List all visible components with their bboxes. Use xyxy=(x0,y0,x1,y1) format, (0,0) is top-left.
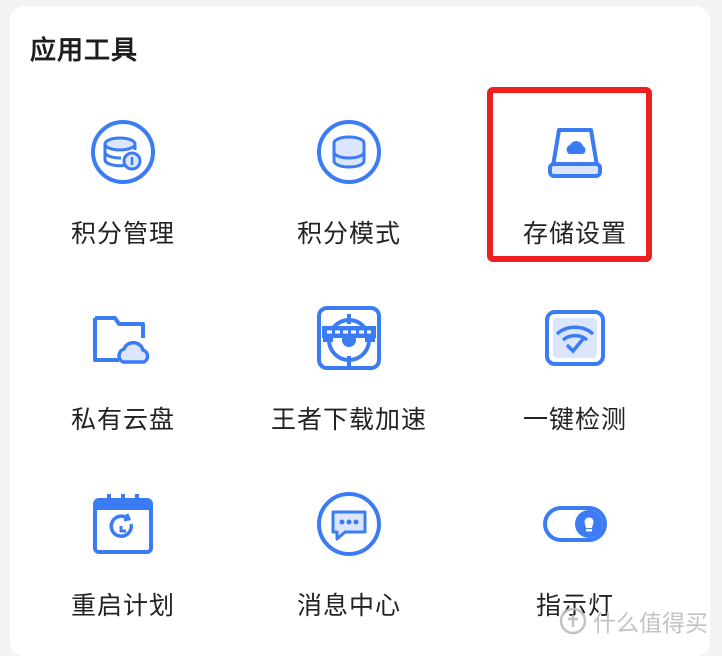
tool-label: 一键检测 xyxy=(522,405,627,434)
chat-message-icon xyxy=(313,488,385,560)
tools-grid: 积分管理 积分模式 存储设置 私有云盘 王者下载加速 一键检测 重启计划 消息中… xyxy=(10,94,710,652)
tool-restart-schedule[interactable]: 重启计划 xyxy=(10,466,236,652)
points-coin-database-icon xyxy=(87,116,159,188)
tool-label: 存储设置 xyxy=(522,219,627,248)
tool-label: 重启计划 xyxy=(70,591,175,620)
section-title: 应用工具 xyxy=(30,36,139,66)
tool-label: 私有云盘 xyxy=(70,405,175,434)
tool-label: 消息中心 xyxy=(296,591,401,620)
cloud-drive-icon xyxy=(539,116,611,188)
tool-points-management[interactable]: 积分管理 xyxy=(10,94,236,280)
tool-private-cloud[interactable]: 私有云盘 xyxy=(10,280,236,466)
tool-points-mode[interactable]: 积分模式 xyxy=(236,94,462,280)
calendar-restart-icon xyxy=(87,488,159,560)
database-icon xyxy=(313,116,385,188)
watermark-logo-icon xyxy=(559,607,587,635)
game-accelerator-icon xyxy=(313,302,385,374)
tool-label: 积分模式 xyxy=(296,219,401,248)
tool-label: 积分管理 xyxy=(70,219,175,248)
watermark: 什么值得买 xyxy=(559,604,708,638)
app-tools-card: 应用工具 积分管理 积分模式 存储设置 私有云盘 王者下载加速 一键检测 重启计… xyxy=(10,6,710,656)
tool-one-click-check[interactable]: 一键检测 xyxy=(462,280,688,466)
tool-message-center[interactable]: 消息中心 xyxy=(236,466,462,652)
tool-label: 王者下载加速 xyxy=(270,405,427,434)
wifi-check-icon xyxy=(539,302,611,374)
folder-cloud-icon xyxy=(87,302,159,374)
bulb-toggle-icon xyxy=(539,488,611,560)
tool-game-accelerator[interactable]: 王者下载加速 xyxy=(236,280,462,466)
watermark-text: 什么值得买 xyxy=(593,611,708,637)
tool-storage-settings[interactable]: 存储设置 xyxy=(462,94,688,280)
